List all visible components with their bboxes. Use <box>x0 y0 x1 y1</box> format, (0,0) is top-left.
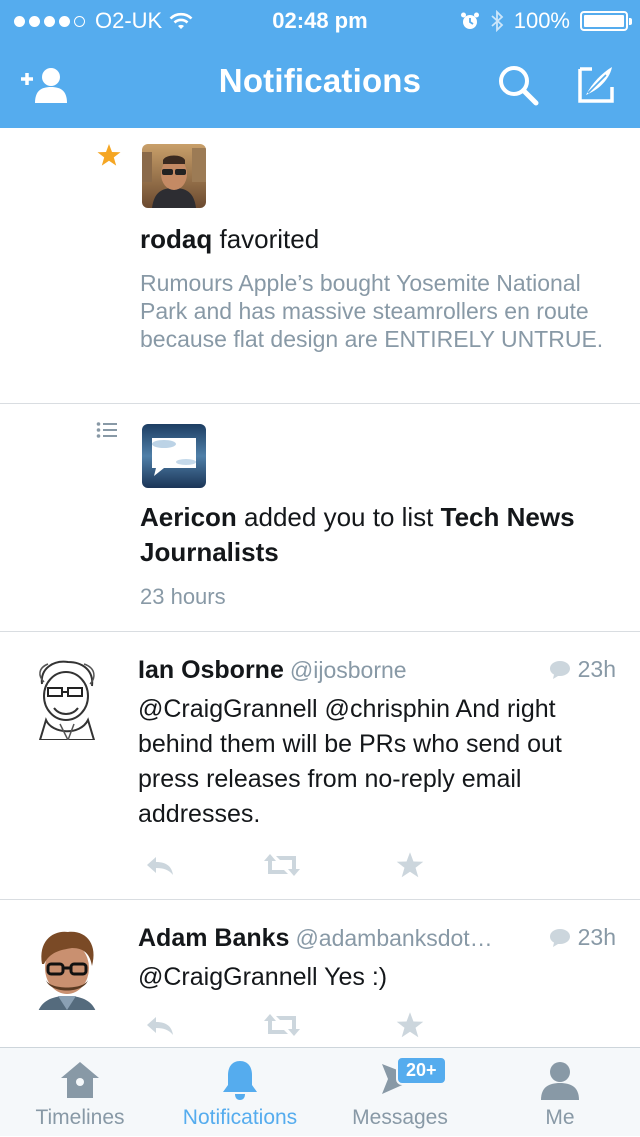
user-name[interactable]: rodaq <box>140 224 212 254</box>
notification-list[interactable]: Aericon added you to list Tech News Jour… <box>0 404 640 632</box>
status-right: 100% <box>460 8 632 34</box>
tweet-header: Ian Osborne @ijosborne 23h <box>138 656 616 690</box>
tweet-item[interactable]: Adam Banks @adambanksdot… 23h @CraigGrann… <box>0 900 640 1047</box>
reply-button[interactable] <box>140 848 180 882</box>
avatar-adam-banks[interactable] <box>24 924 110 1010</box>
tab-label: Notifications <box>182 1106 298 1129</box>
tweet-text[interactable]: @CraigGrannell @chrisphin And right behi… <box>138 692 620 832</box>
retweet-button[interactable] <box>262 1008 302 1042</box>
list-icon <box>96 422 117 438</box>
battery-icon <box>580 11 632 31</box>
messages-badge: 20+ <box>396 1056 447 1085</box>
compose-icon <box>578 67 614 103</box>
bell-icon <box>223 1061 257 1100</box>
tab-messages[interactable]: 20+ Messages <box>320 1048 480 1137</box>
tweet-author-name[interactable]: Ian Osborne <box>138 656 284 684</box>
favorite-icon <box>396 852 424 878</box>
tab-label: Me <box>545 1106 575 1129</box>
conversation-icon <box>549 660 570 679</box>
alarm-icon <box>460 12 479 29</box>
notifications-feed[interactable]: rodaq favorited Rumours Apple’s bought Y… <box>0 128 640 1047</box>
tweet-actions <box>140 848 440 882</box>
tab-notifications[interactable]: Notifications <box>160 1048 320 1137</box>
retweet-icon <box>264 854 300 876</box>
tweet-text[interactable]: @CraigGrannell Yes :) <box>138 960 620 995</box>
search-button[interactable] <box>490 60 546 110</box>
avatar-aericon[interactable] <box>142 424 206 488</box>
tweet-author-name[interactable]: Adam Banks <box>138 924 289 952</box>
avatar-rodaq[interactable] <box>142 144 206 208</box>
user-name[interactable]: Aericon <box>140 502 237 532</box>
reply-icon <box>147 857 173 875</box>
avatar-ian-osborne[interactable] <box>24 654 110 740</box>
favorite-icon <box>396 1012 424 1038</box>
person-icon <box>541 1062 579 1100</box>
favorited-tweet-text[interactable]: Rumours Apple’s bought Yosemite National… <box>140 269 610 353</box>
tab-timelines[interactable]: Timelines <box>0 1048 160 1137</box>
bluetooth-icon <box>491 10 504 32</box>
tweet-time: 23h <box>548 924 616 951</box>
tab-label: Messages <box>352 1106 448 1129</box>
tweet-time: 23h <box>548 656 616 683</box>
compose-button[interactable] <box>566 60 622 110</box>
tab-label: Timelines <box>35 1106 125 1129</box>
favorite-line: rodaq favorited <box>140 224 319 255</box>
tweet-author-handle[interactable]: @ijosborne <box>290 657 407 683</box>
tweet-item[interactable]: Ian Osborne @ijosborne 23h @CraigGrannell… <box>0 632 640 900</box>
tab-bar: Timelines Notifications 20+ Messages Me <box>0 1047 640 1136</box>
action-text: added you to list <box>244 502 434 532</box>
battery-percent: 100% <box>513 8 570 33</box>
tweet-author-handle[interactable]: @adambanksdot… <box>295 925 492 951</box>
search-icon <box>499 66 539 106</box>
retweet-icon <box>264 1014 300 1036</box>
reply-button[interactable] <box>140 1008 180 1042</box>
tab-me[interactable]: Me <box>480 1048 640 1137</box>
home-icon <box>61 1062 99 1098</box>
status-bar: O2-UK 02:48 pm 100% <box>0 0 640 40</box>
conversation-icon <box>549 928 570 947</box>
retweet-button[interactable] <box>262 848 302 882</box>
tweet-actions <box>140 1008 440 1042</box>
nav-header: O2-UK 02:48 pm 100% Notifications <box>0 0 640 128</box>
reply-icon <box>147 1017 173 1035</box>
notification-time: 23 hours <box>140 584 226 609</box>
favorite-button[interactable] <box>390 1008 430 1042</box>
star-icon <box>97 144 121 166</box>
list-notification-text: Aericon added you to list Tech News Jour… <box>140 500 620 570</box>
notification-favorite[interactable]: rodaq favorited Rumours Apple’s bought Y… <box>0 128 640 404</box>
tweet-header: Adam Banks @adambanksdot… 23h <box>138 924 616 958</box>
favorite-button[interactable] <box>390 848 430 882</box>
action-text: favorited <box>219 224 320 254</box>
